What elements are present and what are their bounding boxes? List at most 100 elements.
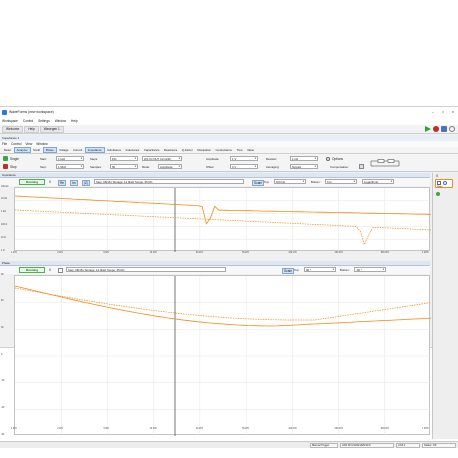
resistor-field[interactable]: 1 kΩ [290, 156, 318, 161]
impedance-x-tick-label: 5 kHz [103, 252, 110, 254]
instrument-title: Impedance 1 [2, 136, 20, 140]
phase-x-tick-label: 100 kHz [288, 428, 297, 430]
menu-help[interactable]: Help [71, 119, 78, 123]
menu-control[interactable]: Control [23, 119, 33, 123]
impedance-absz-button[interactable]: |Z| [82, 179, 90, 186]
steps-field[interactable]: 151 [110, 156, 138, 161]
phase-top-label: Top: [294, 268, 300, 272]
close-button[interactable]: ✕ [448, 110, 458, 114]
impedance-top-field[interactable]: 100 kΩ [274, 179, 306, 184]
view-tab-phase[interactable]: Phase [42, 147, 57, 153]
start-frequency-field[interactable]: 1 kHz [56, 156, 84, 161]
phase-x-tick-label: 1 kHz [11, 428, 17, 430]
adapter-field[interactable]: W1-C1 DUT C2-GND [142, 156, 182, 161]
view-tab-capacitance[interactable]: Capacitance [142, 147, 162, 153]
phase-y-tick-label: 60 [1, 300, 4, 303]
impedance-x-tick-label: 20 kHz [195, 252, 204, 254]
title-bar: WaveForms (new workspace) – □ ✕ [0, 107, 458, 117]
minimize-button[interactable]: – [428, 110, 438, 114]
impedance-plot-svg[interactable] [15, 188, 431, 252]
phase-bottom-label: Bottom: [340, 268, 350, 272]
impedance-scale-button[interactable]: Scale [252, 179, 264, 186]
stop-frequency-field[interactable]: 1 MHz [56, 164, 84, 169]
samples-field[interactable]: 50 [110, 164, 138, 169]
phase-plot[interactable] [14, 275, 431, 436]
status-device[interactable]: AD2 SN:210321A8C1FC [340, 443, 394, 448]
averaging-field[interactable]: Nyquist [290, 164, 318, 169]
view-tab-reactance[interactable]: Reactance [162, 147, 179, 153]
amplitude-field[interactable]: 1 V [230, 156, 258, 161]
offset-field[interactable]: 0 V [230, 164, 258, 169]
phase-plot-svg[interactable] [15, 276, 431, 436]
view-tab-voltage[interactable]: Voltage [57, 147, 70, 153]
phase-x-button[interactable]: X [49, 268, 51, 272]
options-button[interactable]: Options [326, 156, 343, 161]
single-label: Single [10, 156, 19, 161]
impedance-x-tick-label: 1 MHz [422, 252, 429, 254]
impedance-panel-header: Impedance [0, 173, 430, 178]
settings-gear-icon[interactable] [449, 126, 455, 132]
start-frequency-value: 1 kHz [58, 156, 66, 161]
view-tab-time[interactable]: Time [235, 147, 245, 153]
phase-bottom-field[interactable]: -90 ° [354, 267, 386, 272]
tab-wavegen[interactable]: Wavegen 1 [39, 125, 64, 133]
view-tab-dissipation[interactable]: Dissipation [195, 147, 213, 153]
view-tab-admittance[interactable]: Admittance [105, 147, 123, 153]
impedance-running-button[interactable]: Running [19, 179, 45, 185]
phase-x-tick-label: 1 MHz [422, 428, 429, 430]
mode-value: Amplitude [160, 164, 173, 169]
menu-workspace[interactable]: Workspace [2, 119, 18, 123]
start-label: Start: [40, 156, 47, 161]
phase-running-button[interactable]: Running [19, 267, 45, 273]
view-tab-value[interactable]: Value [245, 147, 256, 153]
stop-icon [3, 164, 8, 169]
single-button[interactable]: Single [3, 156, 19, 162]
instrument-menu-view[interactable]: View [25, 142, 32, 146]
impedance-plot[interactable] [14, 187, 431, 252]
impedance-x-tick-label: 1 kHz [11, 252, 17, 254]
view-tab-inductance[interactable]: Inductance [124, 147, 142, 153]
side-add-icon[interactable] [436, 192, 440, 196]
maximize-button[interactable]: □ [438, 110, 448, 114]
view-tab-current[interactable]: Current [71, 147, 84, 153]
view-tab-meter[interactable]: Meter [2, 147, 13, 153]
phase-grid-icon[interactable] [58, 267, 63, 273]
view-tab-impedance[interactable]: Impedance [84, 147, 105, 153]
view-tab-analyzer[interactable]: Analyzer [13, 147, 31, 153]
stop-button[interactable]: Stop [3, 164, 17, 170]
mode-label: Mode: [142, 164, 150, 169]
tab-help[interactable]: Help [24, 125, 39, 133]
impedance-log-value: Logarithmic [364, 179, 379, 184]
resistor-value: 1 kΩ [292, 156, 298, 161]
single-run-icon [3, 156, 8, 161]
phase-y-tick-label: 30 [1, 326, 4, 329]
menu-settings[interactable]: Settings [38, 119, 50, 123]
samples-label: Samples: [90, 164, 102, 169]
impedance-im-button[interactable]: Im [70, 179, 78, 186]
tab-welcome[interactable]: Welcome [2, 125, 24, 133]
impedance-bottom-field[interactable]: 0 Ω [325, 179, 357, 184]
menu-window[interactable]: Window [55, 119, 66, 123]
instrument-menu-file[interactable]: File [2, 142, 7, 146]
instrument-menu-control[interactable]: Control [11, 142, 21, 146]
device-icon[interactable] [441, 126, 447, 132]
impedance-y-tick-label: 100 Ω [1, 223, 8, 226]
impedance-log-field[interactable]: Logarithmic [362, 179, 394, 184]
compensation-icon[interactable] [359, 164, 364, 169]
mode-field[interactable]: Amplitude [158, 164, 182, 169]
stop-all-icon[interactable] [433, 126, 439, 132]
phase-scale-button[interactable]: Scale [282, 267, 294, 274]
impedance-x-tick-label: 2 kHz [57, 252, 64, 254]
impedance-x-button[interactable]: X [49, 180, 51, 184]
instrument-menu-window[interactable]: Window [36, 142, 47, 146]
status-trigger[interactable]: Manual Trigger [310, 443, 338, 448]
status-trigger-text: Manual Trigger [312, 444, 330, 447]
impedance-re-button[interactable]: Re [58, 179, 67, 186]
phase-top-field[interactable]: 90 ° [304, 267, 336, 272]
magnify-highlight-box[interactable]: Magn [435, 179, 453, 188]
view-tab-smith[interactable]: Smith [31, 147, 42, 153]
run-all-icon[interactable] [425, 126, 431, 132]
gear-icon [326, 156, 330, 161]
view-tab-conductance[interactable]: Conductance [214, 147, 234, 153]
view-tab-q-factor[interactable]: Q-Factor [180, 147, 195, 153]
